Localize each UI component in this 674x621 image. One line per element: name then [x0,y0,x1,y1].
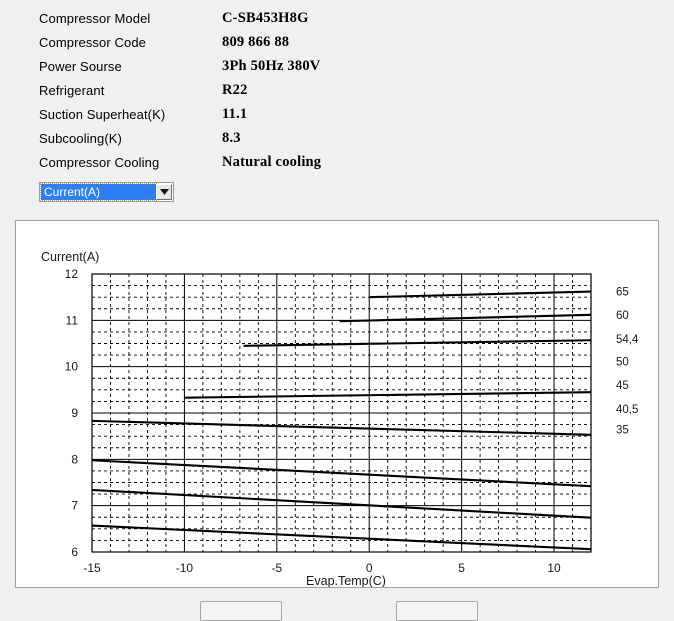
series-label: 40,5 [616,404,638,416]
chart-curve [91,488,592,519]
spec-row-label: Suction Superheat(K) [39,106,166,122]
spec-row-value: 11.1 [222,105,248,122]
spec-row: Subcooling(K) 8.3 [0,126,674,150]
x-tick-label: -15 [83,561,101,575]
spec-row: Compressor Cooling Natural cooling [0,150,674,174]
spec-row-label: Subcooling(K) [39,130,122,146]
series-label: 54,4 [616,334,639,346]
y-tick-label: 7 [71,499,78,513]
chart-y-axis-title: Current(A) [41,250,99,264]
compressor-spec-table: Compressor Model C-SB453H8G Compressor Cod… [0,0,674,174]
performance-chart-panel: -15 -10 -5 0 5 10 6 7 8 9 10 11 12 65 60 54,4 50 45 40,5… [15,220,659,588]
spec-row-value: R22 [222,81,248,98]
series-label: 50 [616,357,629,369]
spec-row: Suction Superheat(K) 11.1 [0,102,674,126]
chart-curves [91,290,592,551]
spec-row: Compressor Code 809 866 88 [0,30,674,54]
series-label: 60 [616,310,629,322]
series-label: 65 [616,287,629,299]
spec-row-value: C-SB453H8G [222,9,309,26]
bottom-button-2[interactable] [396,601,478,621]
series-label: 35 [616,425,629,437]
series-label: 45 [616,380,629,392]
spec-row-label: Compressor Code [39,34,146,50]
x-tick-label: -5 [271,561,282,575]
x-tick-label: 5 [458,561,465,575]
chevron-down-icon[interactable] [156,184,172,200]
y-tick-label: 9 [71,406,78,420]
spec-row-value: 8.3 [222,129,241,146]
chart-curve [91,419,592,436]
x-tick-label: 0 [366,561,373,575]
spec-row: Compressor Model C-SB453H8G [0,6,674,30]
spec-row-value: 809 866 88 [222,33,290,50]
spec-row-label: Refrigerant [39,82,105,98]
metric-select-value[interactable]: Current(A) [40,183,157,201]
spec-row-value: Natural cooling [222,153,322,170]
chart-x-axis-title: Evap.Temp(C) [306,574,386,587]
spec-row: Refrigerant R22 [0,78,674,102]
y-tick-label: 11 [66,313,79,327]
chart-series-labels: 65 60 54,4 50 45 40,5 35 [616,287,639,437]
spec-row-label: Compressor Cooling [39,154,160,170]
chart-x-tick-labels: -15 -10 -5 0 5 10 [83,561,561,575]
x-tick-label: -10 [176,561,194,575]
chart-curve [91,524,592,551]
x-tick-label: 10 [547,561,561,575]
spec-row-value: 3Ph 50Hz 380V [222,57,321,74]
bottom-button-1[interactable] [200,601,282,621]
performance-chart: -15 -10 -5 0 5 10 6 7 8 9 10 11 12 65 60 54,4 50 45 40,5… [41,250,639,587]
spec-row: Power Sourse 3Ph 50Hz 380V [0,54,674,78]
y-tick-label: 10 [65,360,79,374]
spec-row-label: Compressor Model [39,10,151,26]
y-tick-label: 12 [65,267,79,281]
y-tick-label: 8 [71,452,78,466]
y-tick-label: 6 [71,545,78,559]
spec-row-label: Power Sourse [39,58,122,74]
metric-select[interactable]: Current(A) [39,182,174,202]
chart-y-tick-labels: 6 7 8 9 10 11 12 [65,267,79,559]
